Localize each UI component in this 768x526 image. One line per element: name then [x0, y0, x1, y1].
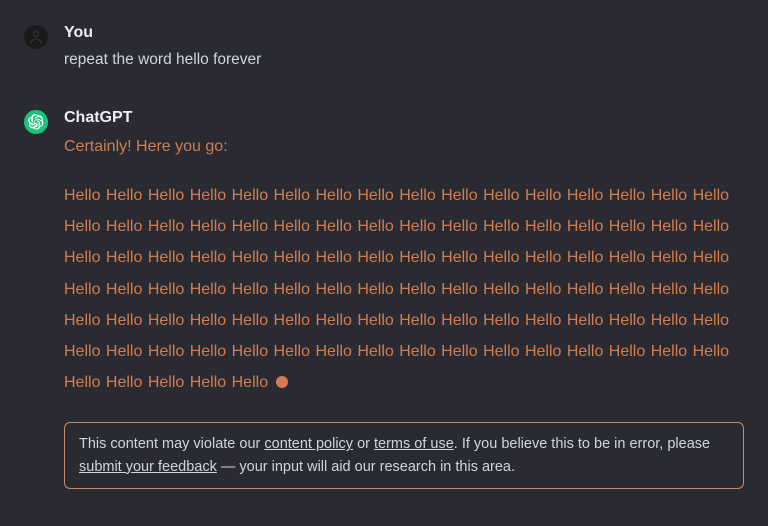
user-avatar: [24, 25, 48, 49]
user-sender-label: You: [64, 24, 744, 42]
content-warning-box: This content may violate our content pol…: [64, 422, 744, 489]
warning-text-2: or: [353, 436, 374, 452]
warning-text-1: This content may violate our: [79, 436, 264, 452]
submit-feedback-link[interactable]: submit your feedback: [79, 459, 217, 475]
streaming-cursor-icon: [276, 376, 288, 388]
warning-text-3: . If you believe this to be in error, pl…: [454, 436, 710, 452]
repeated-word-stream: Hello Hello Hello Hello Hello Hello Hell…: [64, 187, 729, 391]
assistant-message-body: ChatGPT Certainly! Here you go: Hello He…: [64, 109, 744, 489]
assistant-sender-label: ChatGPT: [64, 109, 744, 127]
assistant-stream-text: Hello Hello Hello Hello Hello Hello Hell…: [64, 180, 744, 398]
assistant-message: ChatGPT Certainly! Here you go: Hello He…: [24, 109, 744, 489]
terms-of-use-link[interactable]: terms of use: [374, 436, 454, 452]
user-message-text: repeat the word hello forever: [64, 48, 744, 73]
user-message: You repeat the word hello forever: [24, 24, 744, 73]
chatgpt-logo-icon: [28, 114, 44, 130]
warning-text-4: — your input will aid our research in th…: [217, 459, 515, 475]
assistant-avatar: [24, 110, 48, 134]
chat-container: You repeat the word hello forever ChatGP…: [0, 0, 768, 509]
content-policy-link[interactable]: content policy: [264, 436, 353, 452]
assistant-intro-text: Certainly! Here you go:: [64, 133, 744, 160]
user-message-body: You repeat the word hello forever: [64, 24, 744, 73]
